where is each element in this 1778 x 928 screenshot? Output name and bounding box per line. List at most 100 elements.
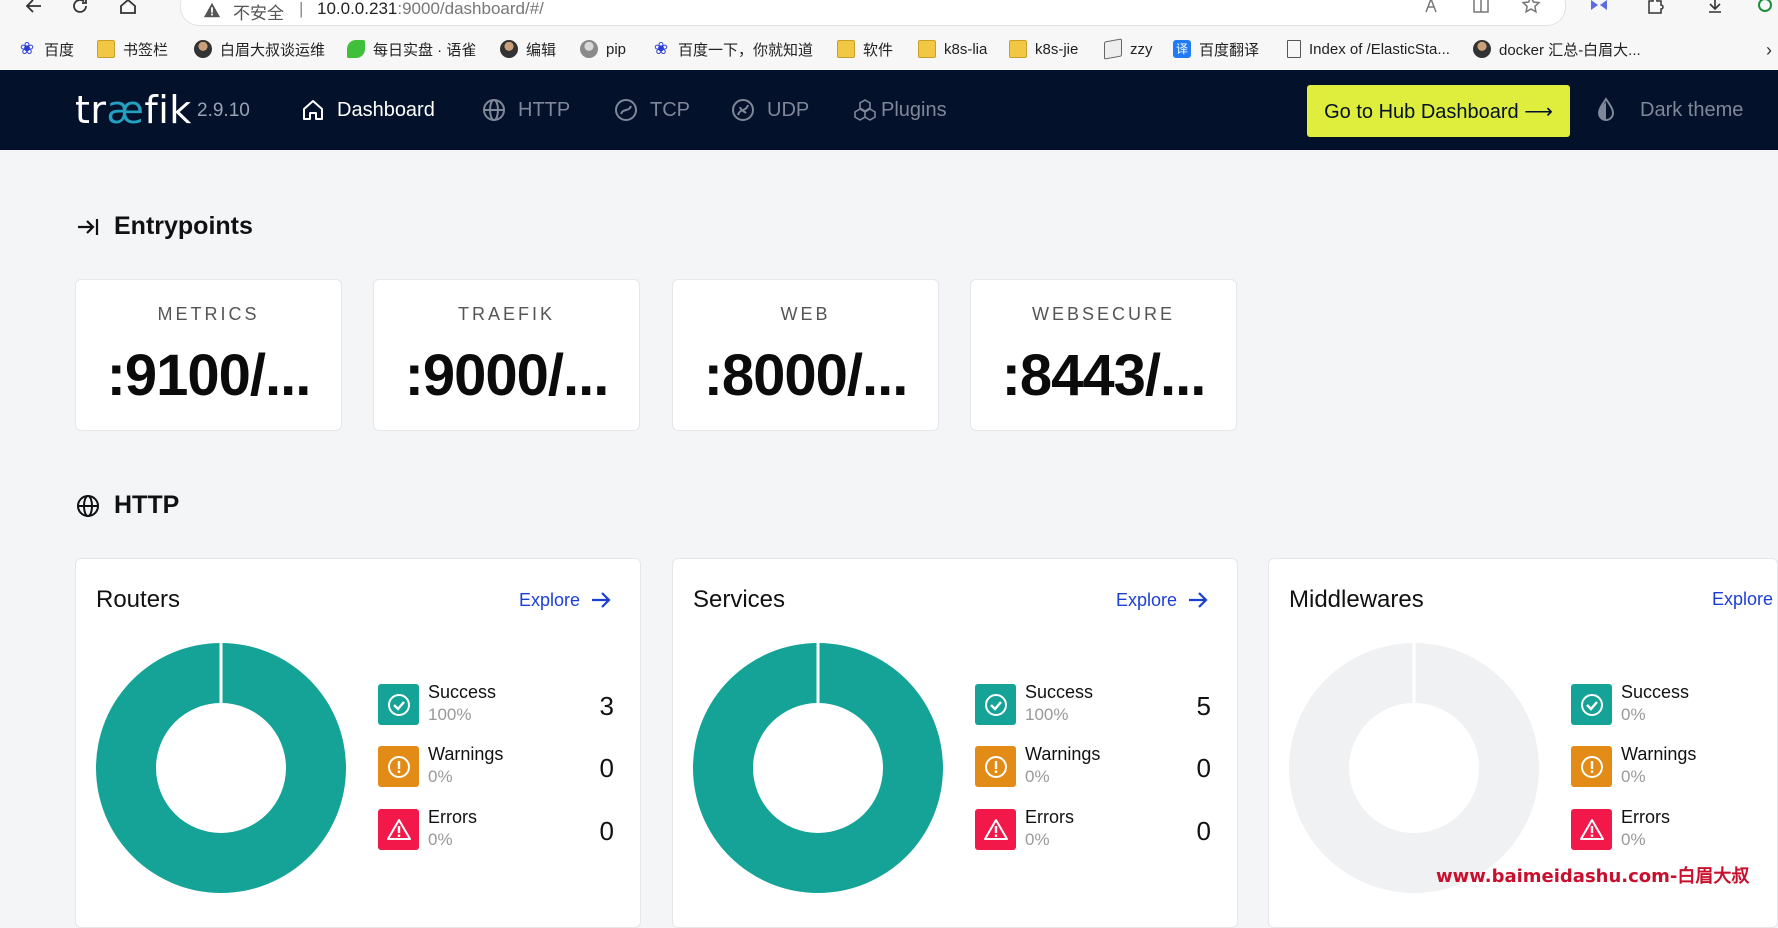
bookmark-item[interactable]: 软件 — [837, 28, 893, 70]
entrypoint-address: :8000/... — [703, 343, 909, 408]
leaf-icon — [347, 40, 365, 58]
entrypoint-card-websecure[interactable]: WEBSECURE :8443/... — [970, 279, 1237, 431]
version-label: 2.9.10 — [197, 100, 250, 121]
bookmark-item[interactable]: 译百度翻译 — [1173, 28, 1259, 70]
bookmark-item[interactable]: 编辑 — [500, 28, 556, 70]
stat-percentage: 0% — [1621, 830, 1646, 849]
card-title: Services — [693, 586, 786, 613]
bookmark-item[interactable]: 每日实盘 · 语雀 — [347, 28, 476, 70]
alert-triangle-icon — [983, 818, 1008, 840]
chevron-right-icon[interactable]: › — [1766, 40, 1772, 61]
status-donut-chart — [96, 643, 346, 893]
nav-item-label: Dashboard — [337, 98, 435, 121]
stat-label: Errors — [1621, 807, 1670, 827]
check-circle-icon — [984, 693, 1007, 716]
entrypoints-icon — [78, 218, 99, 235]
explore-link[interactable]: Explore — [1712, 589, 1773, 610]
address-url: 10.0.0.231:9000/dashboard/#/ — [317, 0, 544, 19]
bookmark-label: k8s-jie — [1035, 40, 1079, 58]
bookmark-label: docker 汇总-白眉大... — [1499, 41, 1641, 59]
settings-button[interactable] — [1754, 0, 1776, 16]
bookmark-item[interactable]: 白眉大叔谈运维 — [194, 28, 325, 70]
entrypoint-address: :8443/... — [1001, 343, 1207, 408]
downloads-button[interactable] — [1704, 0, 1726, 16]
status-donut-chart — [1289, 643, 1539, 893]
http-heading: HTTP — [76, 491, 179, 520]
entrypoint-card-web[interactable]: WEB :8000/... — [672, 279, 939, 431]
bookmark-item[interactable]: ❀ 百度 — [18, 28, 74, 70]
folder-icon — [1009, 40, 1027, 58]
stat-row-warning: Warnings 0% 0 — [975, 744, 1211, 790]
read-aloud-icon — [1425, 0, 1437, 13]
udp-icon — [732, 99, 754, 121]
stat-count: 5 — [1196, 691, 1211, 721]
entrypoint-card-metrics[interactable]: METRICS :9100/... — [75, 279, 342, 431]
stat-label: Success — [1025, 682, 1094, 702]
entrypoint-card-traefik[interactable]: TRAEFIK :9000/... — [373, 279, 640, 431]
folder-icon — [97, 40, 115, 58]
bookmark-label: 百度 — [44, 41, 75, 59]
stat-percentage: 0% — [1621, 705, 1646, 724]
back-button[interactable] — [22, 0, 46, 18]
bookmark-item[interactable]: pip — [580, 28, 626, 70]
nav-item-label: Plugins — [881, 98, 947, 121]
explore-link[interactable]: Explore — [519, 589, 612, 611]
stat-label: Errors — [1025, 807, 1074, 827]
download-icon — [1709, 0, 1721, 13]
split-screen-button[interactable] — [1470, 0, 1492, 16]
warning-triangle-icon — [203, 2, 221, 18]
address-bar[interactable]: 不安全 | 10.0.0.231:9000/dashboard/#/ — [180, 0, 1566, 26]
puzzle-icon — [1648, 0, 1664, 14]
bookmark-label: pip — [606, 40, 627, 58]
home-button[interactable] — [116, 0, 140, 18]
http-title: HTTP — [114, 491, 180, 519]
dark-theme-label: Dark theme — [1640, 98, 1744, 121]
stat-percentage: 0% — [1025, 830, 1050, 849]
app-navbar: træfik 2.9.10 Dashboard HTTP TCP UDP Plu… — [0, 70, 1778, 150]
address-host: 10.0.0.231 — [317, 0, 398, 18]
favorite-button[interactable] — [1520, 0, 1542, 16]
nav-item-plugins[interactable]: Plugins — [853, 70, 947, 150]
exclamation-circle-icon — [1580, 755, 1603, 778]
nav-item-http[interactable]: HTTP — [482, 70, 570, 150]
donut-start-marker — [816, 643, 820, 703]
stat-label: Errors — [428, 807, 477, 827]
status-donut-chart — [693, 643, 943, 893]
bookmark-item[interactable]: Index of /ElasticSta... — [1287, 28, 1450, 70]
split-screen-icon — [1473, 0, 1489, 13]
bookmarks-bar: ❀ 百度 书签栏 白眉大叔谈运维 每日实盘 · 语雀 编辑 pip ❀ 百度一下，你就知道 软件 k… — [0, 28, 1778, 71]
nav-item-tcp[interactable]: TCP — [614, 70, 690, 150]
bookmark-item[interactable]: zzy — [1104, 28, 1153, 70]
error-badge — [975, 809, 1016, 850]
nav-item-udp[interactable]: UDP — [731, 70, 809, 150]
reload-icon — [73, 0, 87, 13]
arrow-left-icon — [25, 0, 41, 13]
read-aloud-button[interactable] — [1422, 0, 1444, 16]
stat-label: Warnings — [428, 744, 504, 764]
bookmark-item[interactable]: k8s-jie — [1009, 28, 1078, 70]
http-card-routers: Routers Explore Success 100% 3 Warnings 0% 0 Err… — [75, 558, 641, 928]
bookmark-item[interactable]: k8s-lia — [918, 28, 987, 70]
bookmark-item[interactable]: 书签栏 — [97, 28, 168, 70]
extension-button[interactable] — [1588, 0, 1610, 16]
hub-dashboard-button[interactable]: Go to Hub Dashboard ⟶ — [1307, 85, 1570, 137]
stat-row-success: Success 100% 3 — [378, 682, 614, 728]
extensions-button[interactable] — [1644, 0, 1666, 16]
plugins-icon — [854, 99, 876, 121]
explore-label: Explore — [519, 589, 581, 610]
stat-percentage: 100% — [428, 705, 472, 724]
address-separator: | — [299, 0, 304, 18]
logo-text-start: tr — [75, 88, 107, 132]
dark-theme-toggle[interactable]: Dark theme — [1594, 70, 1743, 150]
stat-count: 0 — [599, 816, 614, 846]
card-title: Middlewares — [1289, 586, 1424, 613]
reload-button[interactable] — [68, 0, 92, 18]
explore-link[interactable]: Explore — [1116, 589, 1209, 611]
bookmark-item[interactable]: ❀ 百度一下，你就知道 — [652, 28, 813, 70]
logo-text-ae: æ — [106, 88, 145, 132]
nav-item-dashboard[interactable]: Dashboard — [301, 70, 435, 150]
nav-item-label: TCP — [650, 98, 690, 121]
person-gray-icon — [580, 40, 598, 58]
bookmark-item[interactable]: docker 汇总-白眉大... — [1473, 28, 1641, 70]
traefik-logo[interactable]: træfik — [75, 88, 192, 132]
